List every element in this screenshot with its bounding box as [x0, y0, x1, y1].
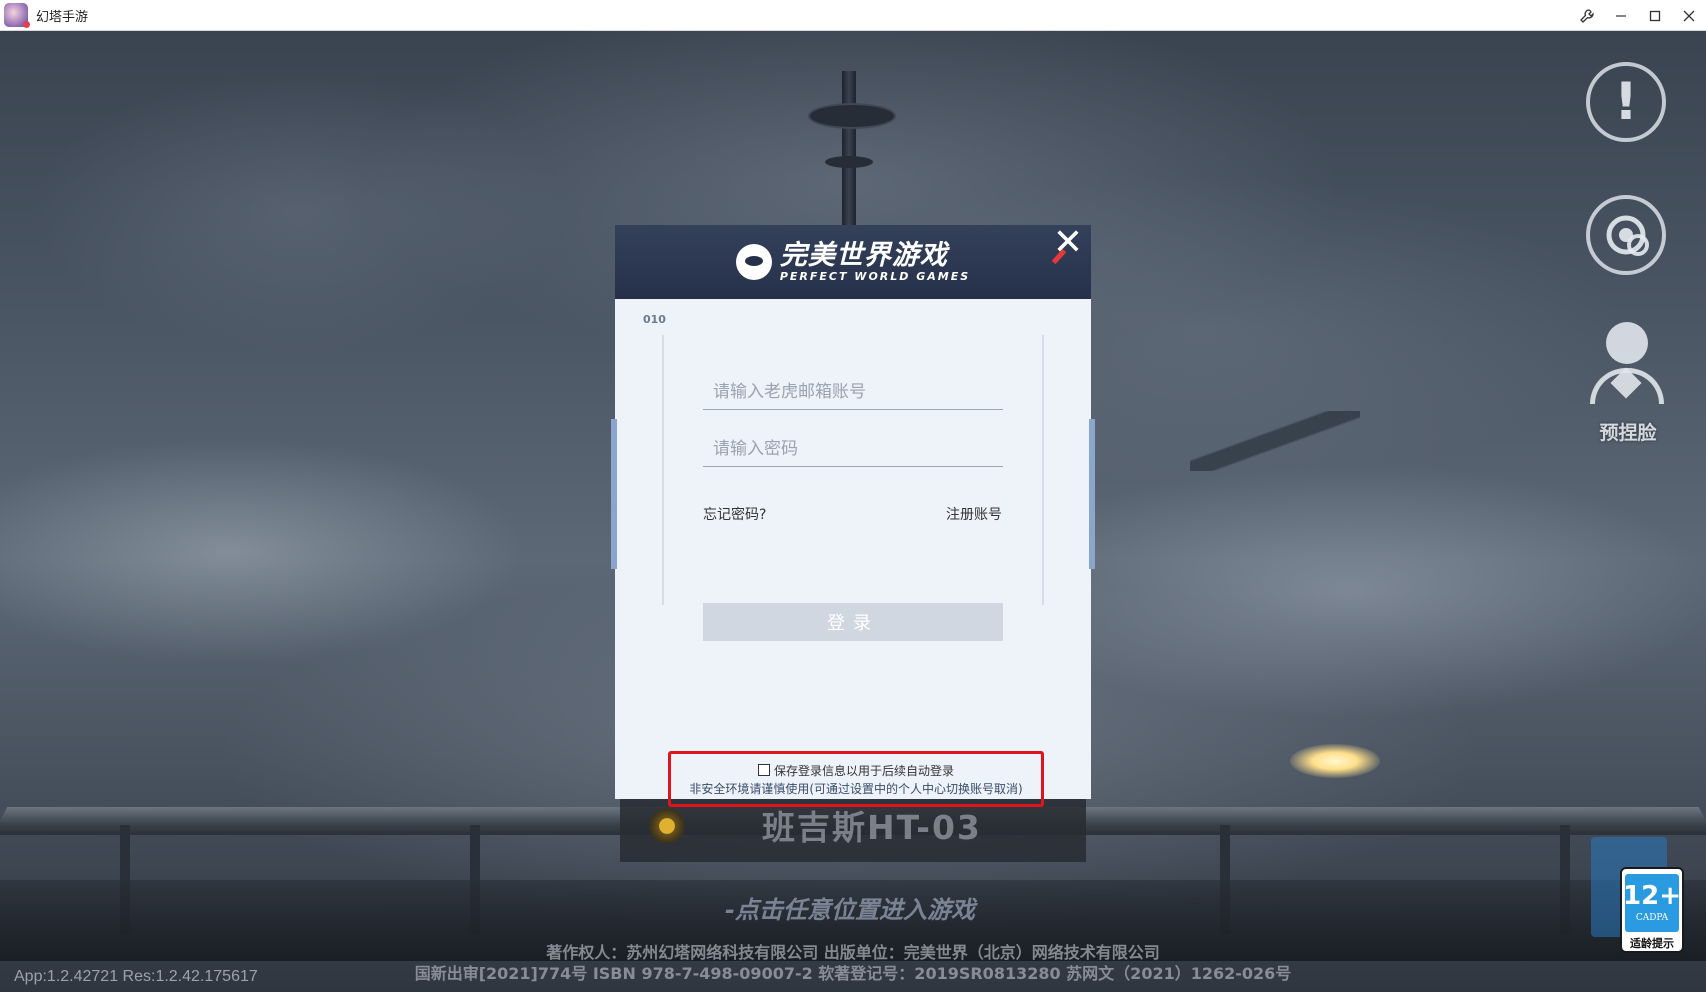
- dialog-header: 完美世界游戏 PERFECT WORLD GAMES ✕: [615, 225, 1091, 299]
- rating-tip: 适龄提示: [1630, 937, 1674, 950]
- brand-name-cn: 完美世界游戏: [779, 239, 948, 271]
- dialog-tag: 010: [643, 313, 666, 326]
- title-bar: 幻塔手游: [0, 0, 1706, 31]
- sky-tower-ring: [808, 103, 896, 129]
- rating-age: 12+: [1623, 881, 1681, 911]
- minimize-button[interactable]: [1604, 0, 1638, 31]
- save-login-checkbox[interactable]: [757, 764, 770, 776]
- close-window-button[interactable]: [1672, 0, 1706, 31]
- enter-game-hint: -点击任意位置进入游戏: [725, 896, 975, 924]
- notice-button[interactable]: !: [1586, 62, 1666, 142]
- light-glow: [1290, 744, 1380, 778]
- version-text: App:1.2.42721 Res:1.2.42.175617: [14, 968, 258, 985]
- license-text: 国新出审[2021]774号 ISBN 978-7-498-09007-2 软著…: [414, 964, 1292, 983]
- login-button[interactable]: 登录: [703, 603, 1003, 641]
- side-accent: [1089, 419, 1095, 569]
- settings-button[interactable]: [1586, 195, 1666, 275]
- password-input[interactable]: [703, 431, 1003, 467]
- dialog-close-button[interactable]: ✕: [1049, 225, 1087, 265]
- brand-text: 完美世界游戏 PERFECT WORLD GAMES: [779, 239, 971, 284]
- save-login-section: 保存登录信息以用于后续自动登录 非安全环境请谨慎使用(可通过设置中的个人中心切换…: [668, 751, 1044, 807]
- age-rating-badge[interactable]: 12+ CADPA 适龄提示: [1620, 867, 1684, 953]
- brand-name-en: PERFECT WORLD GAMES: [779, 270, 971, 284]
- character-name: 班吉斯HT-03: [762, 808, 982, 847]
- sky-tower: [842, 71, 856, 231]
- save-login-warning: 非安全环境请谨慎使用(可通过设置中的个人中心切换账号取消): [689, 781, 1023, 796]
- window-controls: [1570, 0, 1706, 31]
- dialog-body: 010 忘记密码? 注册账号 登录: [611, 299, 1095, 799]
- exclamation-icon: !: [1614, 72, 1638, 132]
- account-input[interactable]: [703, 374, 1003, 410]
- save-login-row[interactable]: 保存登录信息以用于后续自动登录: [757, 762, 954, 779]
- wrench-icon[interactable]: [1570, 0, 1604, 31]
- character-emblem-icon: [649, 808, 685, 844]
- face-customize-button[interactable]: [1586, 322, 1666, 410]
- maximize-button[interactable]: [1638, 0, 1672, 31]
- face-customize-label: 预捏脸: [1599, 422, 1657, 444]
- window-title: 幻塔手游: [36, 9, 89, 25]
- save-login-label: 保存登录信息以用于后续自动登录: [773, 763, 954, 778]
- register-link[interactable]: 注册账号: [946, 504, 1002, 524]
- rating-org: CADPA: [1635, 913, 1669, 923]
- rating-panel: 12+ CADPA: [1623, 874, 1681, 932]
- gear-icon: [1606, 215, 1649, 256]
- forgot-password-link[interactable]: 忘记密码?: [703, 504, 766, 524]
- app-icon: [4, 3, 30, 28]
- avatar-head-icon: [1606, 322, 1648, 364]
- perfect-world-logo-icon: [735, 244, 772, 280]
- login-dialog: 完美世界游戏 PERFECT WORLD GAMES ✕ 010 忘记密码? 注…: [611, 225, 1095, 807]
- side-accent: [611, 419, 617, 569]
- sky-tower-ring-lower: [825, 156, 873, 168]
- airship-silhouette: [1190, 411, 1360, 471]
